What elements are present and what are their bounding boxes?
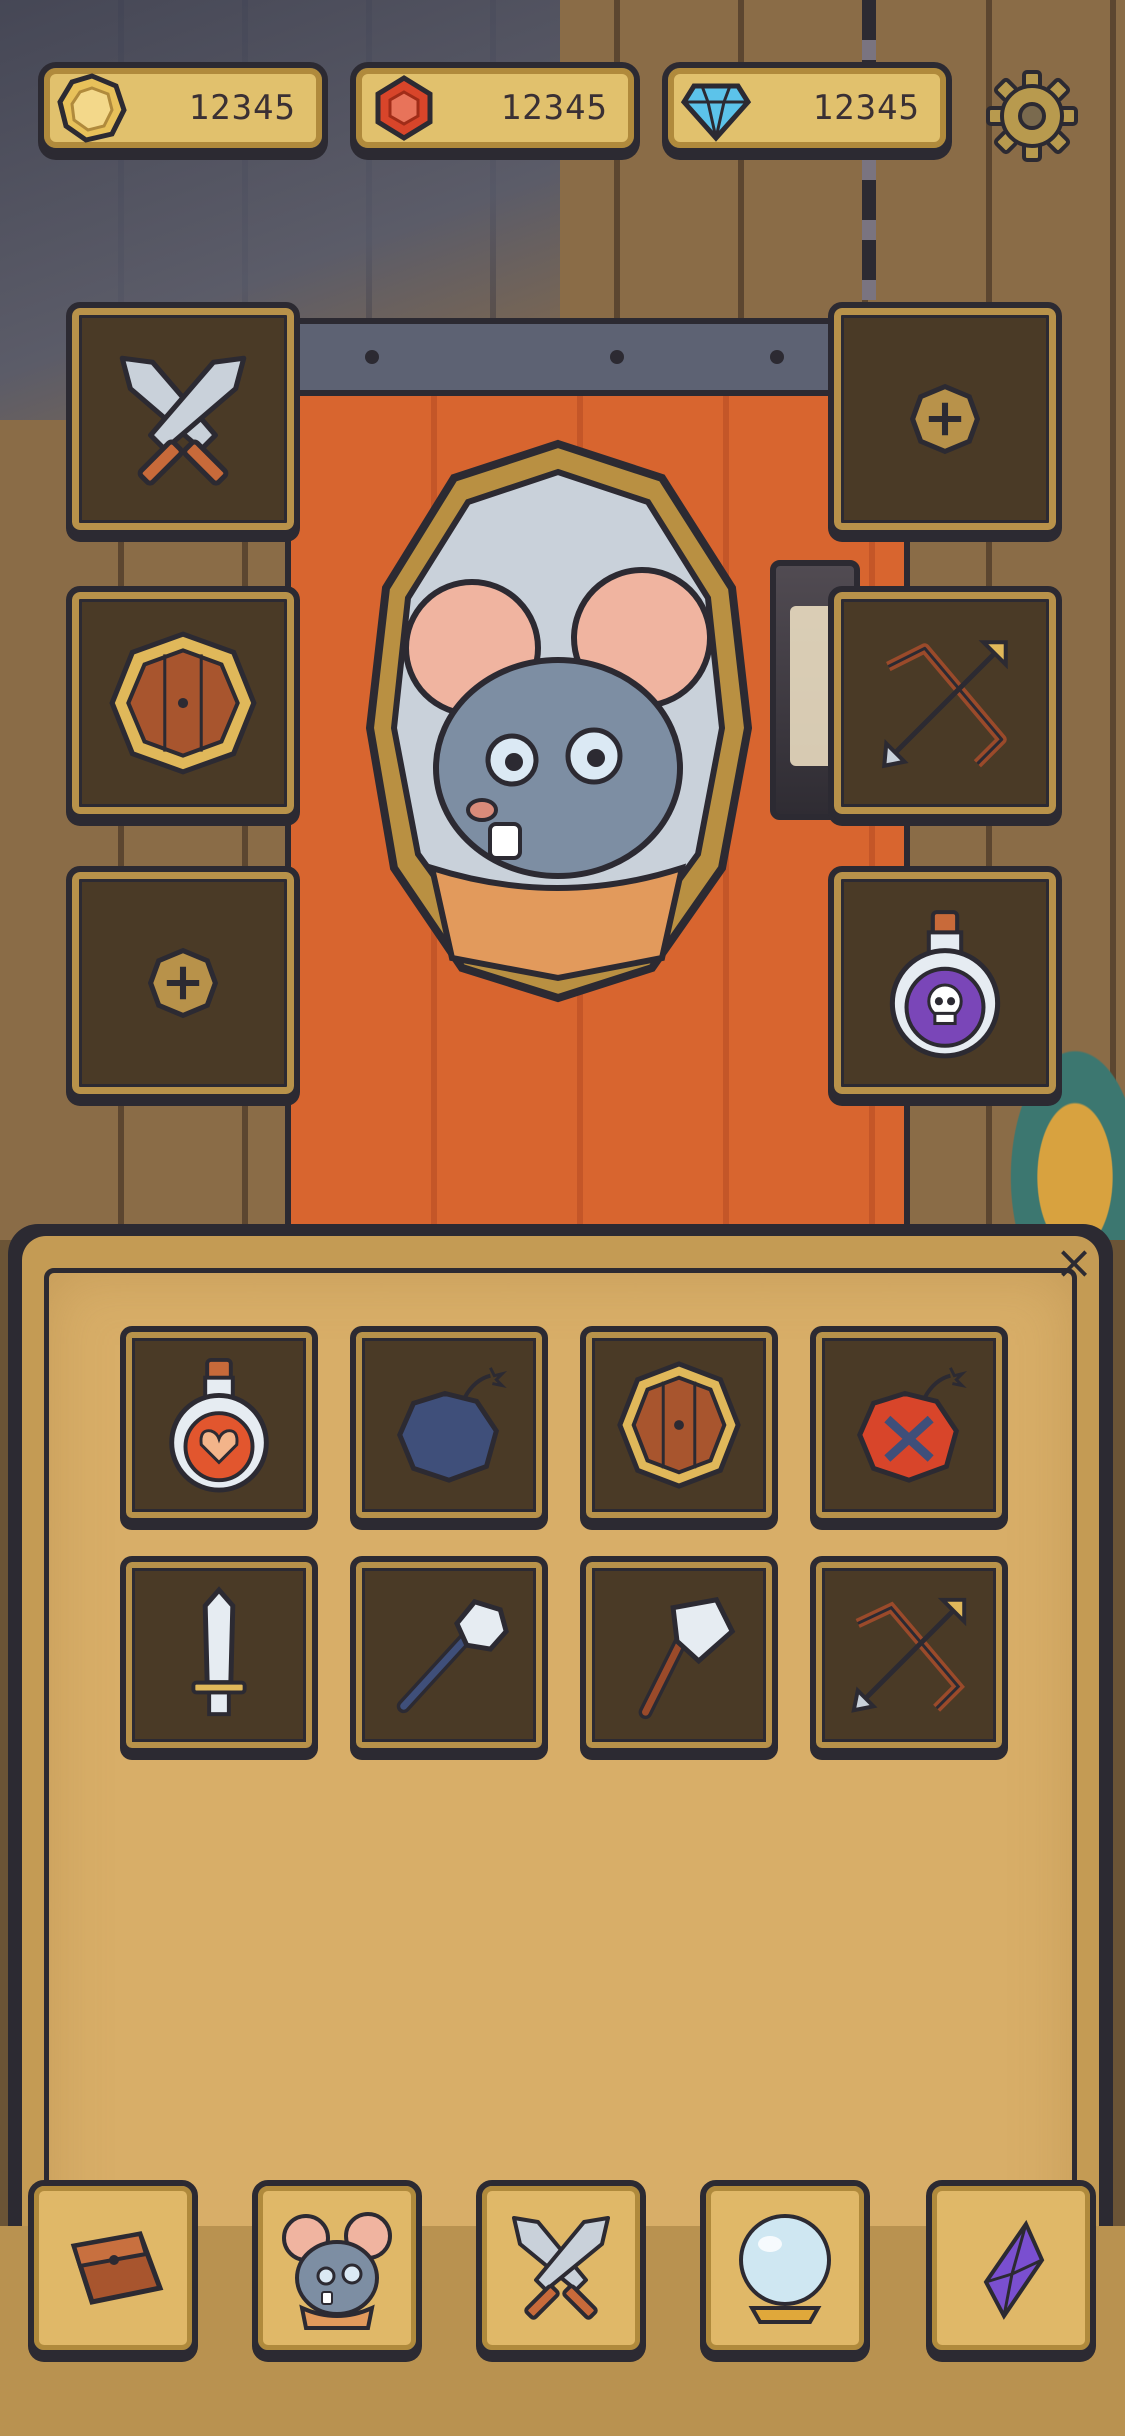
red-bomb-icon xyxy=(857,1367,968,1483)
crossed-swords-icon xyxy=(119,355,247,486)
mace-icon xyxy=(396,1598,509,1714)
equip-slot-empty-2[interactable] xyxy=(828,302,1062,536)
close-icon[interactable]: × xyxy=(1048,1236,1100,1288)
wooden-shield-icon xyxy=(617,1361,741,1489)
red-gem-icon xyxy=(368,72,440,144)
currency-bar: 12345 12345 12345 xyxy=(0,62,1125,162)
bag-icon xyxy=(70,2231,164,2305)
mouse-portrait-icon xyxy=(282,2212,392,2330)
equip-slot-consumable[interactable] xyxy=(828,866,1062,1100)
equip-slot-shield[interactable] xyxy=(66,586,300,820)
health-potion-icon xyxy=(169,1357,269,1493)
inventory-slot-5[interactable] xyxy=(120,1556,318,1754)
sword-icon xyxy=(191,1586,247,1717)
gold-amount: 12345 xyxy=(188,88,296,128)
add-icon xyxy=(147,947,219,1019)
crystal-ball-icon xyxy=(739,2214,831,2324)
nav-hero-button[interactable] xyxy=(252,2180,422,2356)
poison-potion-icon xyxy=(889,910,1001,1059)
gold-counter[interactable]: 12345 xyxy=(38,62,328,154)
add-icon xyxy=(909,383,981,455)
diamond-counter[interactable]: 12345 xyxy=(662,62,952,154)
equip-slot-ranged[interactable] xyxy=(828,586,1062,820)
inventory-slot-4[interactable] xyxy=(810,1326,1008,1524)
nav-orb-button[interactable] xyxy=(700,2180,870,2356)
mouse-hero-portrait xyxy=(365,439,753,1003)
nav-crystal-button[interactable] xyxy=(926,2180,1096,2356)
gold-coin-icon xyxy=(56,72,128,144)
diamond-amount: 12345 xyxy=(812,88,920,128)
inventory-slot-7[interactable] xyxy=(580,1556,778,1754)
nav-battle-button[interactable] xyxy=(476,2180,646,2356)
inventory-slot-2[interactable] xyxy=(350,1326,548,1524)
axe-icon xyxy=(638,1597,736,1720)
character-mirror[interactable] xyxy=(362,438,754,1004)
inventory-slot-3[interactable] xyxy=(580,1326,778,1524)
crossbow-icon xyxy=(851,1597,967,1713)
bomb-icon xyxy=(397,1367,508,1483)
blue-diamond-icon xyxy=(680,72,752,144)
ruby-amount: 12345 xyxy=(500,88,608,128)
inventory-slot-6[interactable] xyxy=(350,1556,548,1754)
wooden-shield-icon xyxy=(109,631,257,775)
purple-crystal-icon xyxy=(983,2219,1045,2320)
crossed-swords-icon xyxy=(512,2216,610,2320)
equip-slot-weapon[interactable] xyxy=(66,302,300,536)
inventory-slot-1[interactable] xyxy=(120,1326,318,1524)
nav-bag-button[interactable] xyxy=(28,2180,198,2356)
crossbow-icon xyxy=(881,640,1008,769)
gear-icon[interactable] xyxy=(984,68,1080,164)
equip-slot-empty-1[interactable] xyxy=(66,866,300,1100)
inventory-slot-8[interactable] xyxy=(810,1556,1008,1754)
ruby-counter[interactable]: 12345 xyxy=(350,62,640,154)
